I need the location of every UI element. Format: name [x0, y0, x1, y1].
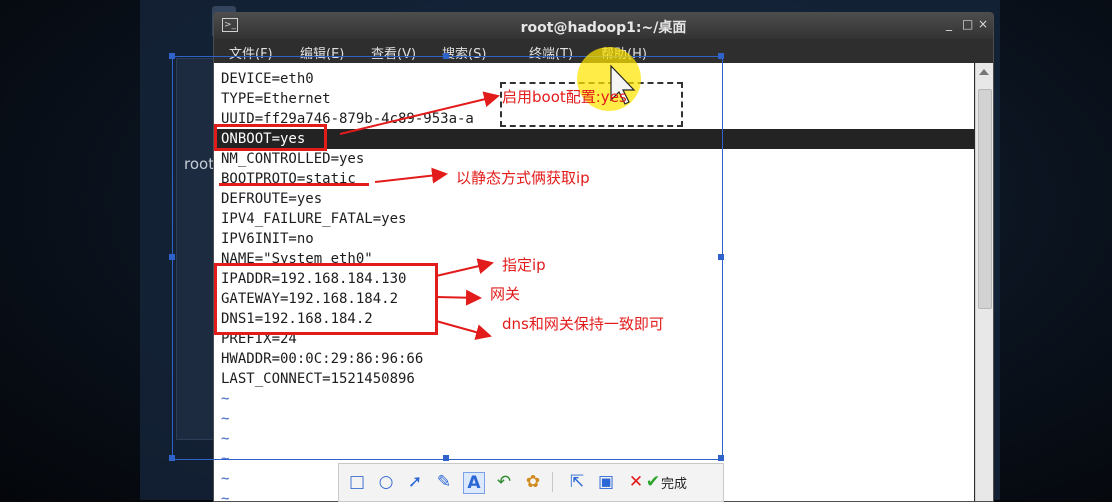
toolbar-separator: [552, 472, 553, 492]
arrow-bootproto: [374, 167, 448, 184]
arrow-dns: [435, 320, 492, 340]
ellipse-icon[interactable]: ○: [376, 472, 396, 492]
text-icon[interactable]: A: [463, 472, 485, 494]
pen-icon[interactable]: ✎: [434, 472, 454, 492]
annotation-arrows: [339, 64, 636, 340]
done-button[interactable]: 完成: [661, 473, 687, 492]
arrow-onboot: [339, 91, 500, 135]
ip-config-highlight-box: [214, 263, 438, 335]
confirm-icon[interactable]: ✔: [643, 472, 663, 492]
arrow-ipaddr: [435, 258, 494, 277]
save-icon[interactable]: ▣: [596, 472, 616, 492]
onboot-highlight-box: [214, 124, 327, 151]
screenshot-toolbar: □ ○ ➚ ✎ A ↶ ✿ ⇱ ▣ ✕ ✔ 完成: [338, 463, 724, 502]
annotation-onboot: 启用boot配置:yes: [502, 88, 627, 106]
annotation-gateway: 网关: [490, 285, 521, 303]
rectangle-icon[interactable]: □: [347, 472, 367, 492]
arrow-gateway: [435, 289, 482, 306]
annotation-bootproto: 以静态方式俩获取ip: [456, 169, 590, 187]
color-palette-icon[interactable]: ✿: [523, 472, 543, 492]
arrow-icon[interactable]: ➚: [405, 472, 425, 492]
share-icon[interactable]: ⇱: [567, 472, 587, 492]
annotation-ipaddr: 指定ip: [502, 256, 546, 274]
undo-icon[interactable]: ↶: [494, 472, 514, 492]
annotation-dns: dns和网关保持一致即可: [502, 315, 664, 333]
bootproto-underline: [219, 183, 369, 186]
